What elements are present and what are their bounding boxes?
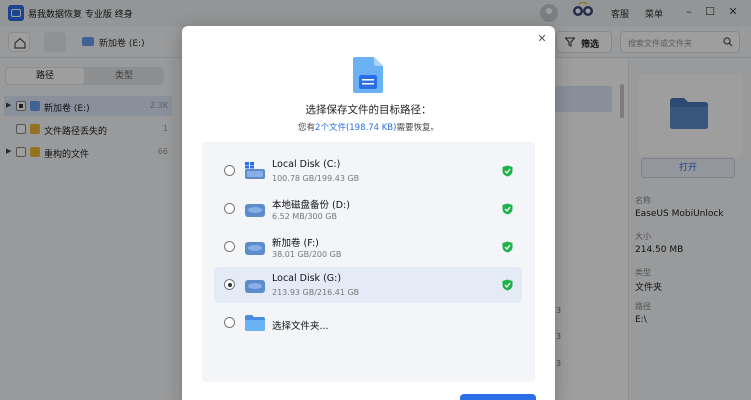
drive-size: 213.93 GB/216.41 GB [272, 288, 360, 297]
radio-button[interactable] [224, 241, 235, 252]
save-file-icon [353, 57, 383, 93]
dialog-subtitle: 您有2个文件(198.74 KB)需要恢复。 [182, 121, 555, 133]
windows-drive-icon [245, 162, 265, 179]
drive-size: 38.01 GB/200 GB [272, 250, 342, 259]
drive-size: 100.78 GB/199.43 GB [272, 174, 360, 183]
drive-icon [245, 204, 265, 217]
recover-button[interactable] [460, 394, 536, 400]
subtitle-suffix: 需要恢复。 [396, 123, 439, 133]
shield-check-icon [502, 165, 513, 177]
folder-icon [245, 315, 265, 331]
choose-folder-option[interactable]: 选择文件夹... [214, 305, 522, 341]
radio-button[interactable] [224, 203, 235, 214]
choose-folder-label: 选择文件夹... [272, 321, 329, 332]
radio-button[interactable] [224, 165, 235, 176]
file-count-highlight: 2个文件(198.74 KB) [315, 123, 397, 133]
drive-list: Local Disk (C:) 100.78 GB/199.43 GB 本地磁盘… [202, 142, 535, 382]
drive-name: 新加卷 (F:) [272, 238, 319, 249]
drive-option-f[interactable]: 新加卷 (F:) 38.01 GB/200 GB [214, 229, 522, 265]
shield-check-icon [502, 241, 513, 253]
shield-check-icon [502, 203, 513, 215]
drive-option-d[interactable]: 本地磁盘备份 (D:) 6.52 MB/300 GB [214, 191, 522, 227]
drive-name: Local Disk (G:) [272, 273, 342, 284]
radio-button[interactable] [224, 317, 235, 328]
save-location-dialog: ✕ 选择保存文件的目标路径： 您有2个文件(198.74 KB)需要恢复。 Lo… [182, 26, 555, 400]
dialog-title: 选择保存文件的目标路径： [305, 104, 432, 116]
shield-check-icon [502, 279, 513, 291]
drive-name: Local Disk (C:) [272, 159, 341, 170]
drive-option-g[interactable]: Local Disk (G:) 213.93 GB/216.41 GB [214, 267, 522, 303]
radio-button-selected[interactable] [224, 279, 235, 290]
drive-name: 本地磁盘备份 (D:) [272, 200, 350, 211]
drive-icon [245, 280, 265, 293]
close-icon[interactable]: ✕ [535, 32, 549, 46]
drive-option-c[interactable]: Local Disk (C:) 100.78 GB/199.43 GB [214, 153, 522, 189]
drive-icon [245, 242, 265, 255]
subtitle-prefix: 您有 [298, 123, 316, 133]
drive-size: 6.52 MB/300 GB [272, 212, 337, 221]
